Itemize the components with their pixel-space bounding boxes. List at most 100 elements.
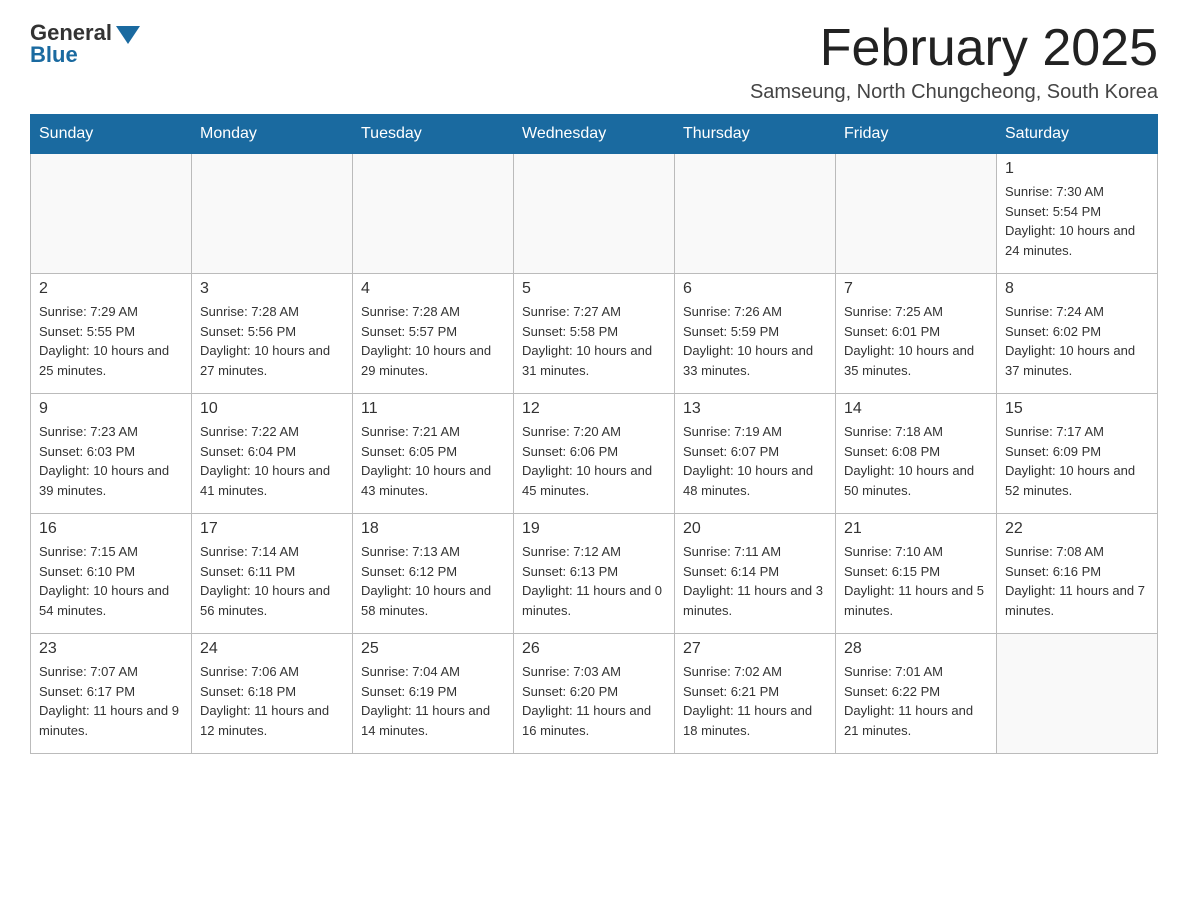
- table-row: 3 Sunrise: 7:28 AMSunset: 5:56 PMDaylight…: [192, 274, 353, 394]
- table-row: [192, 154, 353, 274]
- logo-arrow-icon: [116, 26, 140, 44]
- day-number: 6: [683, 280, 827, 298]
- calendar-week-row: 1 Sunrise: 7:30 AMSunset: 5:54 PMDaylight…: [31, 154, 1158, 274]
- table-row: [31, 154, 192, 274]
- calendar-week-row: 16 Sunrise: 7:15 AMSunset: 6:10 PMDayligh…: [31, 514, 1158, 634]
- day-info: Sunrise: 7:17 AMSunset: 6:09 PMDaylight:…: [1005, 422, 1149, 500]
- table-row: 18 Sunrise: 7:13 AMSunset: 6:12 PMDayligh…: [353, 514, 514, 634]
- day-info: Sunrise: 7:02 AMSunset: 6:21 PMDaylight:…: [683, 662, 827, 740]
- calendar-week-row: 23 Sunrise: 7:07 AMSunset: 6:17 PMDayligh…: [31, 634, 1158, 754]
- day-number: 28: [844, 640, 988, 658]
- table-row: 13 Sunrise: 7:19 AMSunset: 6:07 PMDayligh…: [675, 394, 836, 514]
- table-row: 17 Sunrise: 7:14 AMSunset: 6:11 PMDayligh…: [192, 514, 353, 634]
- table-row: 5 Sunrise: 7:27 AMSunset: 5:58 PMDaylight…: [514, 274, 675, 394]
- day-number: 19: [522, 520, 666, 538]
- day-info: Sunrise: 7:10 AMSunset: 6:15 PMDaylight:…: [844, 542, 988, 620]
- day-info: Sunrise: 7:13 AMSunset: 6:12 PMDaylight:…: [361, 542, 505, 620]
- day-info: Sunrise: 7:19 AMSunset: 6:07 PMDaylight:…: [683, 422, 827, 500]
- table-row: 6 Sunrise: 7:26 AMSunset: 5:59 PMDaylight…: [675, 274, 836, 394]
- day-info: Sunrise: 7:27 AMSunset: 5:58 PMDaylight:…: [522, 302, 666, 380]
- table-row: [675, 154, 836, 274]
- table-row: 24 Sunrise: 7:06 AMSunset: 6:18 PMDayligh…: [192, 634, 353, 754]
- logo: General Blue: [30, 20, 140, 68]
- day-info: Sunrise: 7:03 AMSunset: 6:20 PMDaylight:…: [522, 662, 666, 740]
- day-number: 13: [683, 400, 827, 418]
- day-number: 9: [39, 400, 183, 418]
- day-info: Sunrise: 7:14 AMSunset: 6:11 PMDaylight:…: [200, 542, 344, 620]
- day-number: 24: [200, 640, 344, 658]
- table-row: 21 Sunrise: 7:10 AMSunset: 6:15 PMDayligh…: [836, 514, 997, 634]
- logo-blue-text: Blue: [30, 42, 78, 68]
- day-number: 22: [1005, 520, 1149, 538]
- location-label: Samseung, North Chungcheong, South Korea: [750, 81, 1158, 104]
- day-info: Sunrise: 7:15 AMSunset: 6:10 PMDaylight:…: [39, 542, 183, 620]
- day-info: Sunrise: 7:21 AMSunset: 6:05 PMDaylight:…: [361, 422, 505, 500]
- day-number: 3: [200, 280, 344, 298]
- calendar-header-row: Sunday Monday Tuesday Wednesday Thursday…: [31, 115, 1158, 154]
- table-row: 8 Sunrise: 7:24 AMSunset: 6:02 PMDaylight…: [997, 274, 1158, 394]
- day-number: 16: [39, 520, 183, 538]
- table-row: 22 Sunrise: 7:08 AMSunset: 6:16 PMDayligh…: [997, 514, 1158, 634]
- table-row: 15Sunrise: 7:17 AMSunset: 6:09 PMDayligh…: [997, 394, 1158, 514]
- table-row: 10 Sunrise: 7:22 AMSunset: 6:04 PMDayligh…: [192, 394, 353, 514]
- day-number: 17: [200, 520, 344, 538]
- day-info: Sunrise: 7:30 AMSunset: 5:54 PMDaylight:…: [1005, 182, 1149, 260]
- day-number: 21: [844, 520, 988, 538]
- table-row: 16 Sunrise: 7:15 AMSunset: 6:10 PMDayligh…: [31, 514, 192, 634]
- day-info: Sunrise: 7:28 AMSunset: 5:56 PMDaylight:…: [200, 302, 344, 380]
- table-row: [514, 154, 675, 274]
- day-number: 20: [683, 520, 827, 538]
- day-number: 1: [1005, 160, 1149, 178]
- header-saturday: Saturday: [997, 115, 1158, 154]
- table-row: 20Sunrise: 7:11 AMSunset: 6:14 PMDayligh…: [675, 514, 836, 634]
- day-number: 18: [361, 520, 505, 538]
- table-row: 2 Sunrise: 7:29 AMSunset: 5:55 PMDaylight…: [31, 274, 192, 394]
- title-section: February 2025 Samseung, North Chungcheon…: [750, 20, 1158, 104]
- calendar-table: Sunday Monday Tuesday Wednesday Thursday…: [30, 114, 1158, 754]
- header-wednesday: Wednesday: [514, 115, 675, 154]
- day-number: 7: [844, 280, 988, 298]
- table-row: [997, 634, 1158, 754]
- table-row: 7 Sunrise: 7:25 AMSunset: 6:01 PMDaylight…: [836, 274, 997, 394]
- day-info: Sunrise: 7:25 AMSunset: 6:01 PMDaylight:…: [844, 302, 988, 380]
- calendar-week-row: 9 Sunrise: 7:23 AMSunset: 6:03 PMDaylight…: [31, 394, 1158, 514]
- day-info: Sunrise: 7:06 AMSunset: 6:18 PMDaylight:…: [200, 662, 344, 740]
- day-number: 25: [361, 640, 505, 658]
- table-row: 11 Sunrise: 7:21 AMSunset: 6:05 PMDayligh…: [353, 394, 514, 514]
- table-row: [353, 154, 514, 274]
- day-info: Sunrise: 7:12 AMSunset: 6:13 PMDaylight:…: [522, 542, 666, 620]
- day-number: 2: [39, 280, 183, 298]
- table-row: [836, 154, 997, 274]
- day-info: Sunrise: 7:29 AMSunset: 5:55 PMDaylight:…: [39, 302, 183, 380]
- day-info: Sunrise: 7:18 AMSunset: 6:08 PMDaylight:…: [844, 422, 988, 500]
- day-info: Sunrise: 7:23 AMSunset: 6:03 PMDaylight:…: [39, 422, 183, 500]
- day-number: 5: [522, 280, 666, 298]
- header-tuesday: Tuesday: [353, 115, 514, 154]
- day-number: 27: [683, 640, 827, 658]
- table-row: 9 Sunrise: 7:23 AMSunset: 6:03 PMDaylight…: [31, 394, 192, 514]
- day-info: Sunrise: 7:24 AMSunset: 6:02 PMDaylight:…: [1005, 302, 1149, 380]
- table-row: 23 Sunrise: 7:07 AMSunset: 6:17 PMDayligh…: [31, 634, 192, 754]
- table-row: 27 Sunrise: 7:02 AMSunset: 6:21 PMDayligh…: [675, 634, 836, 754]
- day-info: Sunrise: 7:22 AMSunset: 6:04 PMDaylight:…: [200, 422, 344, 500]
- day-info: Sunrise: 7:26 AMSunset: 5:59 PMDaylight:…: [683, 302, 827, 380]
- day-info: Sunrise: 7:04 AMSunset: 6:19 PMDaylight:…: [361, 662, 505, 740]
- table-row: 1 Sunrise: 7:30 AMSunset: 5:54 PMDaylight…: [997, 154, 1158, 274]
- table-row: 19 Sunrise: 7:12 AMSunset: 6:13 PMDayligh…: [514, 514, 675, 634]
- header-friday: Friday: [836, 115, 997, 154]
- day-number: 8: [1005, 280, 1149, 298]
- table-row: 14 Sunrise: 7:18 AMSunset: 6:08 PMDayligh…: [836, 394, 997, 514]
- day-number: 11: [361, 400, 505, 418]
- day-info: Sunrise: 7:08 AMSunset: 6:16 PMDaylight:…: [1005, 542, 1149, 620]
- calendar-week-row: 2 Sunrise: 7:29 AMSunset: 5:55 PMDaylight…: [31, 274, 1158, 394]
- day-number: 10: [200, 400, 344, 418]
- header-sunday: Sunday: [31, 115, 192, 154]
- day-info: Sunrise: 7:28 AMSunset: 5:57 PMDaylight:…: [361, 302, 505, 380]
- table-row: 26Sunrise: 7:03 AMSunset: 6:20 PMDayligh…: [514, 634, 675, 754]
- table-row: 25 Sunrise: 7:04 AMSunset: 6:19 PMDayligh…: [353, 634, 514, 754]
- day-number: 14: [844, 400, 988, 418]
- page-header: General Blue February 2025 Samseung, Nor…: [30, 20, 1158, 104]
- day-number: 23: [39, 640, 183, 658]
- day-info: Sunrise: 7:07 AMSunset: 6:17 PMDaylight:…: [39, 662, 183, 740]
- header-thursday: Thursday: [675, 115, 836, 154]
